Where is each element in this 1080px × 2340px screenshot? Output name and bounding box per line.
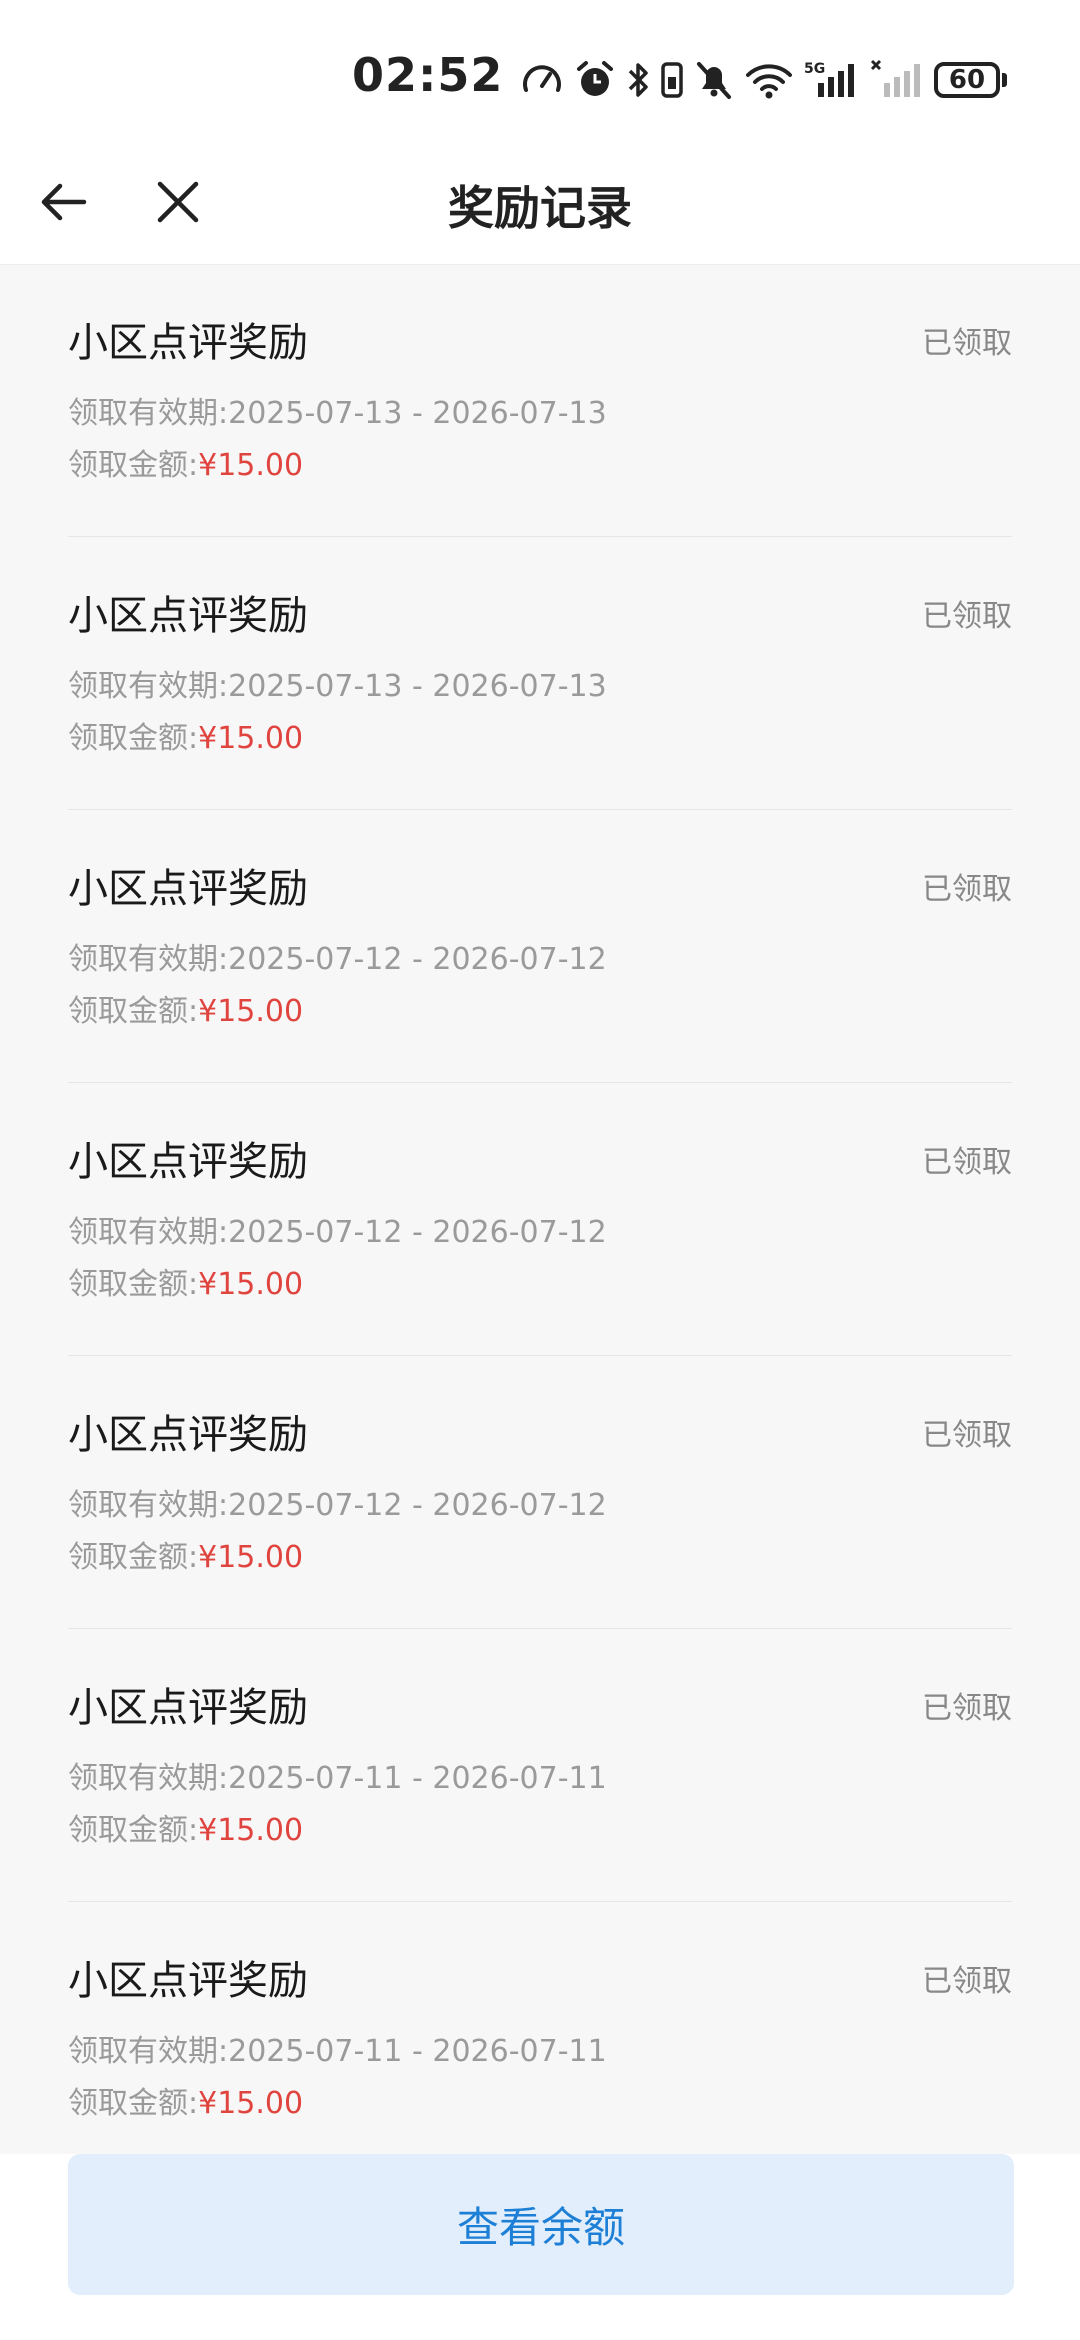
vibrate-icon xyxy=(661,62,683,98)
reward-title: 小区点评奖励 xyxy=(68,1139,308,1185)
amount-value: ¥15.00 xyxy=(198,1813,304,1848)
validity-row: 领取有效期:2025-07-13 - 2026-07-13 xyxy=(68,388,607,432)
validity-row: 领取有效期:2025-07-11 - 2026-07-11 xyxy=(68,1753,607,1797)
list-item[interactable]: 小区点评奖励 已领取 领取有效期:2025-07-12 - 2026-07-12 领取… xyxy=(68,810,1012,1083)
validity-label: 领取有效期: xyxy=(68,1215,229,1250)
page-title: 奖励记录 xyxy=(448,181,632,235)
amount-value: ¥15.00 xyxy=(198,721,304,756)
reward-title: 小区点评奖励 xyxy=(68,593,308,639)
status-badge: 已领取 xyxy=(922,1418,1012,1453)
reward-title: 小区点评奖励 xyxy=(68,1958,308,2004)
amount-value: ¥15.00 xyxy=(198,1267,304,1302)
reward-title: 小区点评奖励 xyxy=(68,866,308,912)
validity-row: 领取有效期:2025-07-12 - 2026-07-12 xyxy=(68,1207,607,1251)
mute-bell-icon xyxy=(697,62,731,99)
amount-label: 领取金额: xyxy=(68,2086,199,2121)
validity-label: 领取有效期: xyxy=(68,1761,229,1796)
speedometer-icon xyxy=(523,65,561,92)
amount-row: 领取金额:¥15.00 xyxy=(68,713,303,757)
view-balance-button[interactable]: 查看余额 xyxy=(68,2154,1014,2295)
validity-label: 领取有效期: xyxy=(68,1488,229,1523)
amount-value: ¥15.00 xyxy=(198,448,304,483)
validity-label: 领取有效期: xyxy=(68,2034,229,2069)
nav-bar: 奖励记录 xyxy=(0,150,1080,265)
list-item[interactable]: 小区点评奖励 已领取 领取有效期:2025-07-12 - 2026-07-12 领取… xyxy=(68,1083,1012,1356)
status-badge: 已领取 xyxy=(922,1691,1012,1726)
signal-5g-icon: 5G xyxy=(804,61,854,97)
list-item[interactable]: 小区点评奖励 已领取 领取有效期:2025-07-13 - 2026-07-13 领取… xyxy=(68,537,1012,810)
status-badge: 已领取 xyxy=(922,1145,1012,1180)
amount-label: 领取金额: xyxy=(68,1813,199,1848)
amount-row: 领取金额:¥15.00 xyxy=(68,2078,303,2122)
validity-row: 领取有效期:2025-07-12 - 2026-07-12 xyxy=(68,934,607,978)
reward-title: 小区点评奖励 xyxy=(68,1412,308,1458)
amount-row: 领取金额:¥15.00 xyxy=(68,440,303,484)
validity-range: 2025-07-13 - 2026-07-13 xyxy=(228,396,607,431)
validity-row: 领取有效期:2025-07-12 - 2026-07-12 xyxy=(68,1480,607,1524)
svg-text:5G: 5G xyxy=(804,61,825,77)
amount-row: 领取金额:¥15.00 xyxy=(68,1532,303,1576)
amount-row: 领取金额:¥15.00 xyxy=(68,986,303,1030)
list-item[interactable]: 小区点评奖励 已领取 领取有效期:2025-07-11 - 2026-07-11 领取… xyxy=(68,1902,1012,2154)
battery-indicator: 60 xyxy=(934,62,1007,98)
wifi-icon xyxy=(746,64,792,99)
status-bar: 02:52 5G 60 xyxy=(0,0,1080,150)
validity-range: 2025-07-11 - 2026-07-11 xyxy=(228,1761,607,1796)
battery-level: 60 xyxy=(934,62,1000,98)
reward-record-list[interactable]: 小区点评奖励 已领取 领取有效期:2025-07-13 - 2026-07-13 领取… xyxy=(0,264,1080,2154)
amount-label: 领取金额: xyxy=(68,994,199,1029)
alarm-icon xyxy=(577,61,613,96)
amount-label: 领取金额: xyxy=(68,1267,199,1302)
validity-label: 领取有效期: xyxy=(68,942,229,977)
reward-title: 小区点评奖励 xyxy=(68,1685,308,1731)
amount-row: 领取金额:¥15.00 xyxy=(68,1805,303,1849)
bottom-action-area: 查看余额 xyxy=(0,2154,1080,2340)
amount-label: 领取金额: xyxy=(68,448,199,483)
status-time: 02:52 xyxy=(352,48,504,102)
status-icons: 5G 60 xyxy=(520,50,1007,110)
reward-title: 小区点评奖励 xyxy=(68,320,308,366)
amount-label: 领取金额: xyxy=(68,721,199,756)
battery-tip xyxy=(1002,73,1007,87)
validity-range: 2025-07-13 - 2026-07-13 xyxy=(228,669,607,704)
list-item[interactable]: 小区点评奖励 已领取 领取有效期:2025-07-13 - 2026-07-13 领取… xyxy=(68,264,1012,537)
validity-label: 领取有效期: xyxy=(68,669,229,704)
amount-value: ¥15.00 xyxy=(198,994,304,1029)
status-badge: 已领取 xyxy=(922,1964,1012,1999)
validity-range: 2025-07-11 - 2026-07-11 xyxy=(228,2034,607,2069)
amount-row: 领取金额:¥15.00 xyxy=(68,1259,303,1303)
amount-value: ¥15.00 xyxy=(198,2086,304,2121)
signal-no-service-icon xyxy=(870,59,920,97)
validity-range: 2025-07-12 - 2026-07-12 xyxy=(228,1488,607,1523)
bluetooth-icon xyxy=(628,63,648,97)
status-badge: 已领取 xyxy=(922,872,1012,907)
validity-row: 领取有效期:2025-07-11 - 2026-07-11 xyxy=(68,2026,607,2070)
validity-row: 领取有效期:2025-07-13 - 2026-07-13 xyxy=(68,661,607,705)
status-badge: 已领取 xyxy=(922,326,1012,361)
list-item[interactable]: 小区点评奖励 已领取 领取有效期:2025-07-11 - 2026-07-11 领取… xyxy=(68,1629,1012,1902)
validity-range: 2025-07-12 - 2026-07-12 xyxy=(228,1215,607,1250)
amount-label: 领取金额: xyxy=(68,1540,199,1575)
list-item[interactable]: 小区点评奖励 已领取 领取有效期:2025-07-12 - 2026-07-12 领取… xyxy=(68,1356,1012,1629)
amount-value: ¥15.00 xyxy=(198,1540,304,1575)
validity-range: 2025-07-12 - 2026-07-12 xyxy=(228,942,607,977)
validity-label: 领取有效期: xyxy=(68,396,229,431)
status-badge: 已领取 xyxy=(922,599,1012,634)
